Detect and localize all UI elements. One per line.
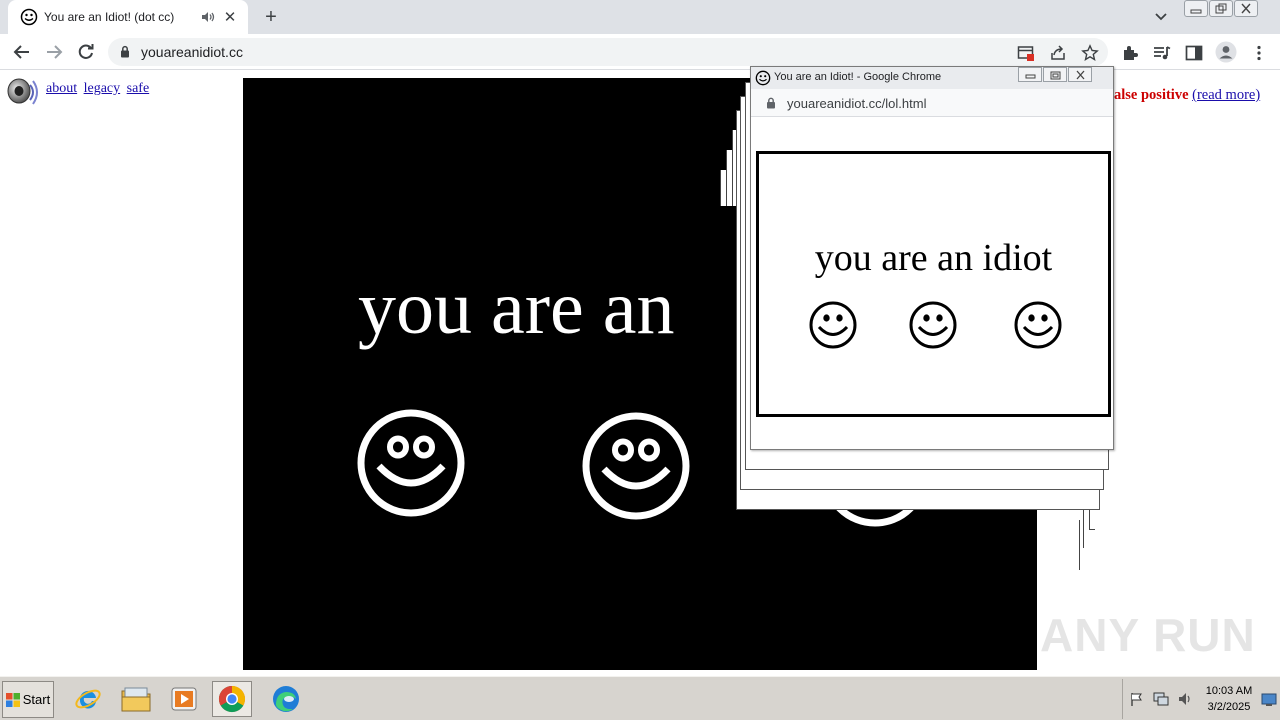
reload-icon[interactable] <box>74 40 98 64</box>
window-caption-buttons <box>1183 0 1258 18</box>
tab-close-icon[interactable]: ✕ <box>222 8 238 26</box>
extensions-puzzle-icon[interactable] <box>1120 43 1140 63</box>
smiley-face-icon <box>357 409 465 517</box>
smiley-favicon-icon <box>755 70 771 86</box>
idiot-popup-window[interactable]: You are an Idiot! - Google Chrome youare… <box>750 66 1114 450</box>
popup-close-icon[interactable] <box>1068 67 1092 82</box>
windows-taskbar: Start 10:03 AM 3/2/2025 <box>0 676 1280 720</box>
share-icon[interactable] <box>1049 44 1067 62</box>
smiley-face-icon <box>582 412 690 520</box>
address-url: youareanidiot.cc <box>141 44 243 60</box>
popup-blocked-icon[interactable] <box>1017 44 1035 62</box>
close-window-icon[interactable] <box>1234 0 1258 17</box>
lock-icon[interactable] <box>120 45 130 58</box>
popup-url: youareanidiot.cc/lol.html <box>787 96 927 111</box>
popup-title-bar[interactable]: You are an Idiot! - Google Chrome <box>751 67 1113 89</box>
popup-restore-icon[interactable] <box>1043 67 1067 82</box>
popup-caption-buttons <box>1017 67 1092 82</box>
safe-link[interactable]: safe <box>127 81 150 96</box>
internet-explorer-icon[interactable] <box>68 681 108 717</box>
side-panel-icon[interactable] <box>1184 43 1204 63</box>
tab-title: You are an Idiot! (dot cc) <box>44 10 175 24</box>
browser-tab[interactable]: You are an Idiot! (dot cc) ✕ <box>8 0 248 34</box>
smiley-favicon-icon <box>20 8 38 26</box>
edge-browser-icon[interactable] <box>266 681 306 717</box>
lock-icon <box>767 97 775 109</box>
windows-logo-icon <box>5 692 20 707</box>
tab-search-chevron-icon[interactable] <box>1152 6 1170 26</box>
minimize-window-icon[interactable] <box>1184 0 1208 17</box>
new-tab-button[interactable]: + <box>258 4 284 30</box>
chrome-taskbar-icon[interactable] <box>212 681 252 717</box>
legacy-link[interactable]: legacy <box>84 81 121 96</box>
network-icon[interactable] <box>1153 691 1169 707</box>
speaker-sound-icon[interactable] <box>6 76 40 110</box>
smiley-face-icon <box>809 301 857 349</box>
media-controls-icon[interactable] <box>1152 43 1172 63</box>
start-button[interactable]: Start <box>2 681 54 718</box>
top-links: about legacy safe <box>46 81 152 97</box>
smiley-face-icon <box>909 301 957 349</box>
start-label: Start <box>22 692 51 707</box>
popup-minimize-icon[interactable] <box>1018 67 1042 82</box>
popup-address-bar[interactable]: youareanidiot.cc/lol.html <box>751 89 1113 117</box>
browser-tab-strip: You are an Idiot! (dot cc) ✕ + <box>0 0 1280 34</box>
clock-time: 10:03 AM <box>1205 685 1253 697</box>
clock-date: 3/2/2025 <box>1207 701 1251 713</box>
popup-message-box: you are an idiot <box>756 151 1111 417</box>
show-desktop-icon[interactable] <box>1261 693 1277 707</box>
taskbar-clock[interactable]: 10:03 AM 3/2/2025 <box>1200 683 1258 715</box>
false-positive-note: alse positive (read more) <box>1114 87 1260 104</box>
banner-text: you are an <box>358 266 675 350</box>
watermark: ANY RUN <box>1040 609 1256 661</box>
popup-message: you are an idiot <box>814 237 1053 279</box>
desktop-screen: You are an Idiot! (dot cc) ✕ + youareani… <box>0 0 1280 720</box>
audio-playing-icon[interactable] <box>200 9 216 25</box>
forward-arrow-icon[interactable] <box>42 40 66 64</box>
read-more-link[interactable]: (read more) <box>1192 87 1260 103</box>
about-link[interactable]: about <box>46 81 77 96</box>
bookmark-star-icon[interactable] <box>1081 44 1099 62</box>
media-player-icon[interactable] <box>164 681 204 717</box>
volume-icon[interactable] <box>1177 691 1193 707</box>
address-bar[interactable]: youareanidiot.cc <box>108 38 1108 66</box>
profile-avatar-icon[interactable] <box>1215 41 1237 63</box>
popup-title: You are an Idiot! - Google Chrome <box>774 71 942 83</box>
back-arrow-icon[interactable] <box>10 40 34 64</box>
restore-window-icon[interactable] <box>1209 0 1233 17</box>
action-center-flag-icon[interactable] <box>1129 691 1145 707</box>
false-positive-text: alse positive <box>1114 87 1189 103</box>
file-explorer-icon[interactable] <box>116 681 156 717</box>
chrome-menu-icon[interactable] <box>1249 43 1269 63</box>
smiley-face-icon <box>1014 301 1062 349</box>
